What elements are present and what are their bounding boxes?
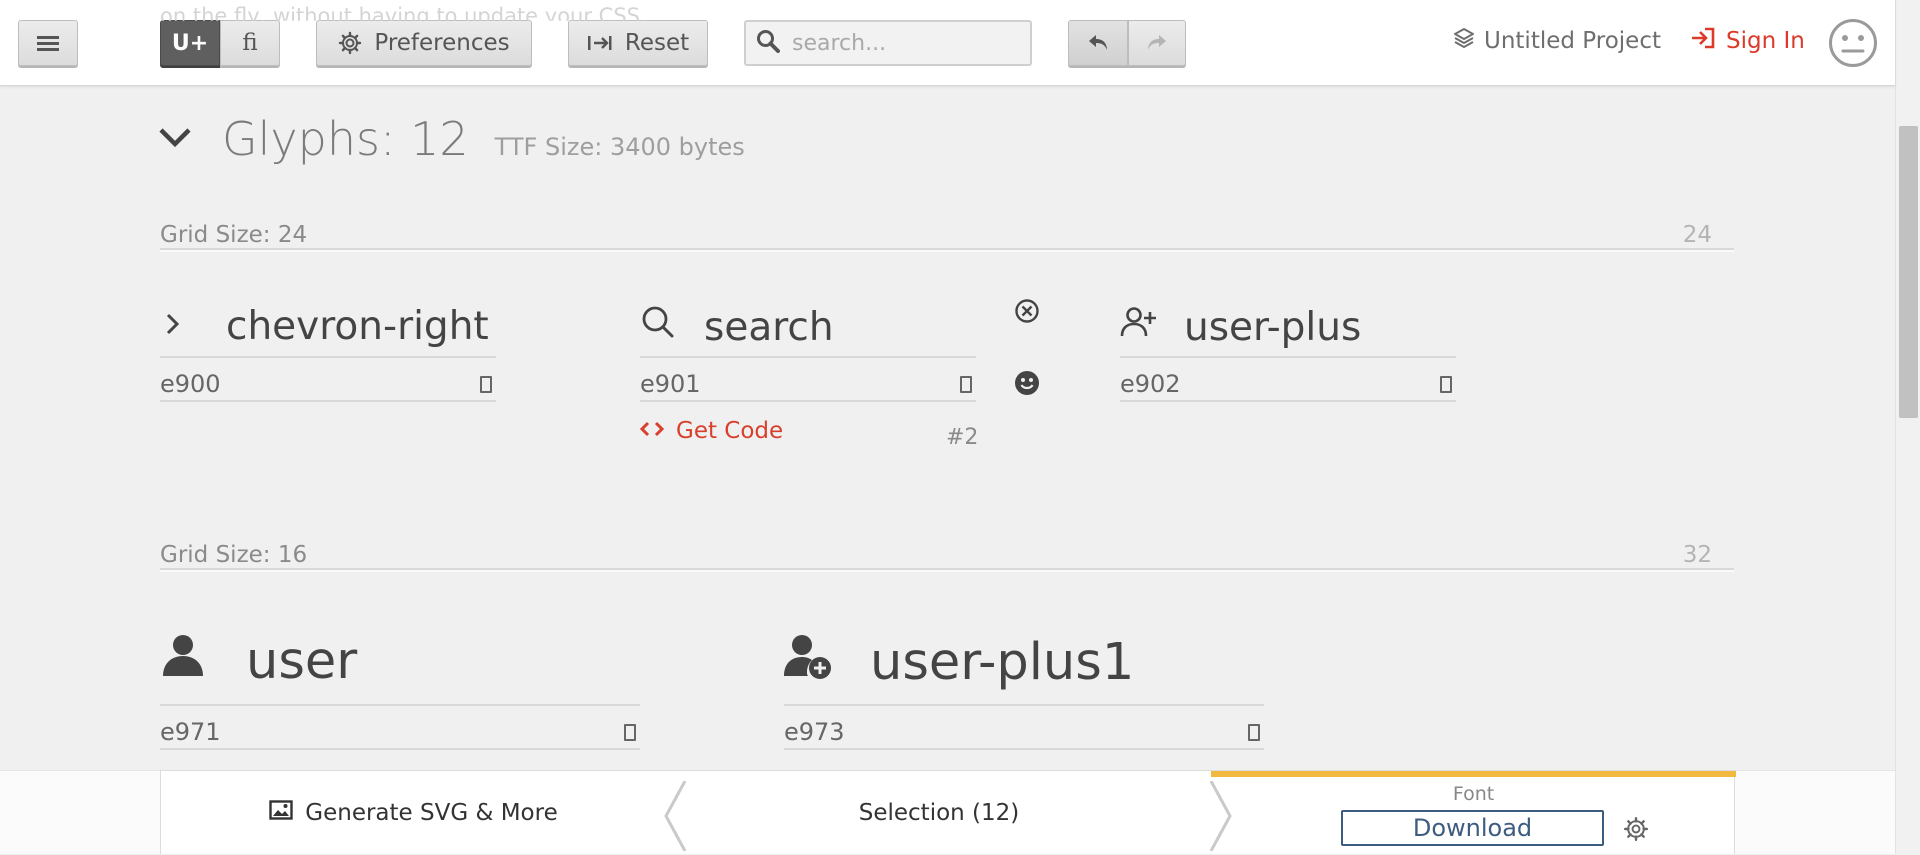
- grid-size-row-16: Grid Size: 16 32: [160, 542, 1734, 570]
- glyph-preview-box: [960, 375, 972, 393]
- generate-svg-button[interactable]: Generate SVG & More: [161, 771, 666, 855]
- neutral-face-icon: [1828, 19, 1878, 72]
- glyph-code-field[interactable]: e971: [160, 716, 640, 750]
- reset-label: Reset: [624, 30, 690, 56]
- get-code-link[interactable]: Get Code: [639, 418, 784, 444]
- grid-size-label: Grid Size: 16: [160, 542, 308, 568]
- font-tab[interactable]: Font Download: [1211, 771, 1736, 855]
- search-icon: [640, 304, 704, 350]
- glyph-set-header: Glyphs: 12 TTF Size: 3400 bytes: [158, 112, 745, 166]
- sign-in-label: Sign In: [1726, 28, 1805, 54]
- glyph-item-search[interactable]: search: [640, 304, 834, 350]
- generate-svg-label: Generate SVG & More: [305, 800, 558, 826]
- chevron-right-icon: [160, 304, 226, 349]
- search-field[interactable]: [744, 20, 1032, 66]
- redo-button[interactable]: [1128, 20, 1186, 66]
- glyph-name-label: user-plus: [1184, 304, 1362, 350]
- smiley-icon: [1014, 371, 1040, 400]
- glyph-preview-box: [1248, 723, 1260, 741]
- glyph-code: e900: [160, 370, 221, 398]
- glyph-item-user[interactable]: user: [160, 632, 357, 691]
- font-tab-label: Font: [1452, 783, 1495, 805]
- preferences-button[interactable]: Preferences: [316, 20, 532, 66]
- glyph-preview-box: [480, 375, 492, 393]
- glyph-count-title: Glyphs: 12: [222, 112, 469, 166]
- scrollbar-thumb[interactable]: [1899, 126, 1918, 418]
- glyph-item-chevron-right[interactable]: chevron-right: [160, 304, 489, 349]
- ligature-toggle-button[interactable]: ﬁ: [220, 20, 280, 66]
- ttf-size-label: TTF Size: 3400 bytes: [494, 133, 745, 161]
- search-icon: [756, 29, 780, 57]
- get-code-label: Get Code: [676, 418, 784, 444]
- reset-icon: [587, 33, 613, 53]
- code-icon: [639, 418, 665, 444]
- glyph-code-field[interactable]: e901: [640, 368, 976, 402]
- preferences-label: Preferences: [374, 30, 510, 56]
- layers-icon: [1452, 26, 1476, 56]
- unicode-toggle-label: U+: [171, 30, 209, 56]
- user-avatar[interactable]: [1828, 18, 1878, 72]
- glyph-preview-box: [624, 723, 636, 741]
- glyph-name-label: user-plus1: [870, 633, 1135, 692]
- divider: [160, 356, 496, 358]
- undo-button[interactable]: [1068, 20, 1128, 66]
- grid-size-value: 24: [1682, 222, 1712, 248]
- glyph-code: e971: [160, 718, 221, 746]
- download-label: Download: [1412, 814, 1533, 842]
- selection-button[interactable]: Selection (12): [689, 771, 1189, 855]
- gear-icon: [338, 31, 362, 55]
- sign-in-link[interactable]: Sign In: [1690, 26, 1805, 56]
- glyph-index-label: #2: [946, 425, 979, 450]
- glyph-code: e901: [640, 370, 701, 398]
- close-circle-icon: [1014, 299, 1040, 328]
- search-input[interactable]: [790, 29, 1010, 57]
- glyph-code: e973: [784, 718, 845, 746]
- glyph-item-user-plus1[interactable]: user-plus1: [784, 632, 1134, 693]
- glyph-preview-box: [1440, 375, 1452, 393]
- ligature-toggle-label: ﬁ: [242, 30, 258, 56]
- menu-button[interactable]: [18, 20, 78, 66]
- glyph-tags-button[interactable]: [1014, 370, 1040, 400]
- reset-button[interactable]: Reset: [568, 20, 708, 66]
- gear-icon: [1623, 816, 1649, 846]
- user-plus-icon: [1120, 304, 1184, 350]
- divider: [784, 704, 1264, 706]
- divider: [160, 704, 640, 706]
- remove-glyph-button[interactable]: [1014, 298, 1040, 328]
- collapse-chevron-icon[interactable]: [158, 126, 192, 152]
- grid-size-value: 32: [1682, 542, 1712, 568]
- glyph-code-field[interactable]: e973: [784, 716, 1264, 750]
- user-icon: [160, 632, 246, 691]
- page-scrollbar[interactable]: [1895, 0, 1920, 854]
- glyph-name-label: chevron-right: [226, 304, 489, 349]
- project-name: Untitled Project: [1484, 28, 1661, 54]
- glyph-item-user-plus[interactable]: user-plus: [1120, 304, 1361, 350]
- user-add-icon: [784, 632, 870, 693]
- grid-size-label: Grid Size: 24: [160, 222, 308, 248]
- sign-in-icon: [1690, 26, 1716, 56]
- project-selector[interactable]: Untitled Project: [1452, 26, 1661, 56]
- glyph-name-label: search: [704, 304, 834, 350]
- unicode-toggle-button[interactable]: U+: [160, 20, 220, 66]
- download-button[interactable]: Download: [1341, 810, 1604, 846]
- glyph-code-field[interactable]: e902: [1120, 368, 1456, 402]
- grid-size-row-24: Grid Size: 24 24: [160, 222, 1734, 250]
- glyph-name-label: user: [246, 632, 358, 691]
- font-settings-button[interactable]: [1623, 816, 1649, 846]
- image-icon: [269, 800, 293, 826]
- divider: [640, 356, 976, 358]
- hamburger-icon: [37, 34, 59, 52]
- redo-icon: [1145, 32, 1169, 54]
- divider: [1120, 356, 1456, 358]
- bottom-action-bar: Generate SVG & More Selection (12) Font …: [160, 770, 1736, 855]
- glyph-code: e902: [1120, 370, 1181, 398]
- glyph-code-field[interactable]: e900: [160, 368, 496, 402]
- left-arrow-divider-icon: [663, 780, 687, 855]
- undo-icon: [1086, 32, 1110, 54]
- selection-label: Selection (12): [858, 800, 1020, 826]
